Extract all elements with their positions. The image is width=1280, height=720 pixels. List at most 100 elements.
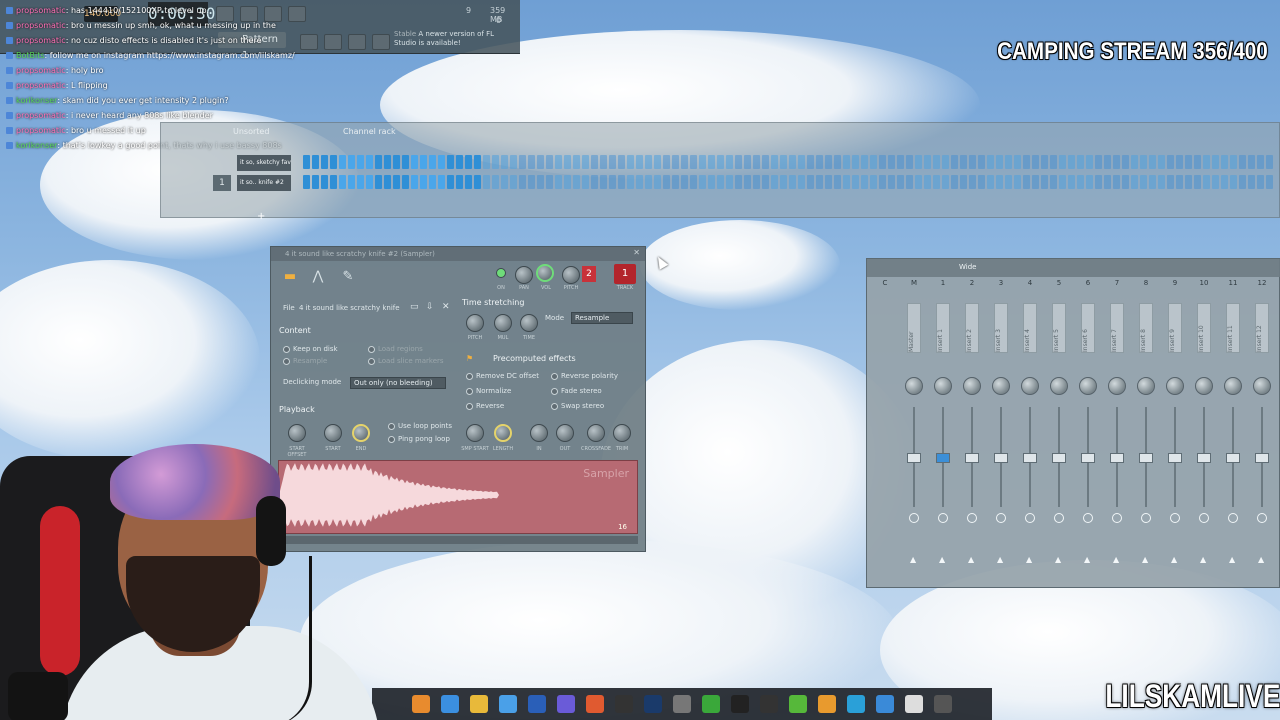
mixer-strip[interactable]: Insert 9 ▲ [1162, 289, 1188, 581]
mixer-pan-knob[interactable] [1224, 377, 1242, 395]
send-arrow-icon[interactable]: ▲ [1026, 555, 1032, 564]
chrome-icon[interactable] [441, 695, 459, 713]
reverse-option[interactable]: Reverse [466, 402, 504, 410]
mixer-strip-name[interactable]: Insert 9 [1168, 303, 1182, 353]
step-button[interactable] [1050, 155, 1057, 169]
mixer-track-field[interactable]: 2 [582, 266, 596, 282]
step-button[interactable] [1140, 155, 1147, 169]
step-button[interactable] [348, 175, 355, 189]
step-button[interactable] [339, 175, 346, 189]
channel-row[interactable]: 1 it so.. knife #2 [167, 175, 1277, 191]
step-button[interactable] [942, 155, 949, 169]
step-button[interactable] [456, 155, 463, 169]
mixer-fader[interactable] [936, 453, 950, 463]
step-button[interactable] [339, 155, 346, 169]
mixer-strip[interactable]: Insert 3 ▲ [988, 289, 1014, 581]
mixer-strip[interactable]: Insert 1 ▲ [930, 289, 956, 581]
step-button[interactable] [933, 175, 940, 189]
step-button[interactable] [627, 175, 634, 189]
send-arrow-icon[interactable]: ▲ [1200, 555, 1206, 564]
step-button[interactable] [1032, 175, 1039, 189]
mixer-fader[interactable] [1197, 453, 1211, 463]
step-button[interactable] [402, 155, 409, 169]
step-button[interactable] [600, 175, 607, 189]
step-button[interactable] [1032, 155, 1039, 169]
wrench-icon[interactable]: ✎ [337, 265, 359, 287]
step-button[interactable] [789, 175, 796, 189]
step-button[interactable] [699, 175, 706, 189]
step-button[interactable] [1194, 175, 1201, 189]
step-button[interactable] [411, 175, 418, 189]
mixer-fader[interactable] [1052, 453, 1066, 463]
mixer-fader[interactable] [1139, 453, 1153, 463]
step-button[interactable] [1257, 155, 1264, 169]
step-button[interactable] [501, 155, 508, 169]
sampler-title[interactable]: 4 it sound like scratchy knife #2 (Sampl… [271, 247, 645, 261]
step-button[interactable] [870, 175, 877, 189]
step-button[interactable] [519, 155, 526, 169]
step-button[interactable] [1122, 155, 1129, 169]
fl-studio-icon[interactable] [412, 695, 430, 713]
step-button[interactable] [816, 175, 823, 189]
send-arrow-icon[interactable]: ▲ [1113, 555, 1119, 564]
mixer-strip[interactable]: Insert 2 ▲ [959, 289, 985, 581]
trim-knob[interactable] [613, 424, 631, 442]
notes-icon[interactable] [847, 695, 865, 713]
smp-start-knob[interactable] [466, 424, 484, 442]
step-button[interactable] [438, 155, 445, 169]
step-button[interactable] [600, 155, 607, 169]
step-button[interactable] [465, 155, 472, 169]
step-button[interactable] [636, 155, 643, 169]
mixer-toolbar[interactable]: Wide [867, 259, 1280, 277]
step-button[interactable] [1113, 175, 1120, 189]
channel-name[interactable]: it so.. knife #2 [237, 175, 291, 191]
step-sequencer[interactable] [303, 175, 1273, 191]
channel-row[interactable]: it so, sketchy fav [167, 155, 1277, 171]
step-button[interactable] [546, 155, 553, 169]
step-button[interactable] [447, 155, 454, 169]
mixer-strip-name[interactable]: Insert 8 [1139, 303, 1153, 353]
step-button[interactable] [456, 175, 463, 189]
route-icon[interactable] [1054, 513, 1064, 523]
brave-icon[interactable] [586, 695, 604, 713]
step-button[interactable] [573, 175, 580, 189]
step-button[interactable] [645, 175, 652, 189]
step-button[interactable] [1149, 155, 1156, 169]
step-button[interactable] [555, 155, 562, 169]
step-button[interactable] [987, 155, 994, 169]
mixer-strip-name[interactable]: Insert 12 [1255, 303, 1269, 353]
update-notice[interactable]: Stable A newer version of FL Studio is a… [392, 30, 504, 52]
close-icon[interactable]: ✕ [633, 248, 640, 257]
step-button[interactable] [483, 155, 490, 169]
step-button[interactable] [690, 175, 697, 189]
step-button[interactable] [1077, 175, 1084, 189]
step-button[interactable] [690, 155, 697, 169]
mixer-strip-name[interactable]: Insert 2 [965, 303, 979, 353]
step-button[interactable] [1248, 155, 1255, 169]
step-button[interactable] [591, 175, 598, 189]
step-button[interactable] [879, 155, 886, 169]
mixer-strip[interactable]: Master ▲ [901, 289, 927, 581]
mixer-fader[interactable] [1226, 453, 1240, 463]
step-sequencer[interactable] [303, 155, 1273, 171]
pitch-knob[interactable] [562, 266, 580, 284]
mixer-pan-knob[interactable] [992, 377, 1010, 395]
step-button[interactable] [960, 155, 967, 169]
route-icon[interactable] [1199, 513, 1209, 523]
step-button[interactable] [1095, 175, 1102, 189]
mixer-fader[interactable] [1023, 453, 1037, 463]
step-button[interactable] [834, 155, 841, 169]
step-button[interactable] [636, 175, 643, 189]
step-button[interactable] [1122, 175, 1129, 189]
step-button[interactable] [357, 155, 364, 169]
mixer-strip[interactable]: Insert 12 ▲ [1249, 289, 1275, 581]
step-button[interactable] [969, 175, 976, 189]
step-button[interactable] [645, 155, 652, 169]
step-button[interactable] [312, 175, 319, 189]
step-button[interactable] [402, 175, 409, 189]
ping-pong-option[interactable]: Ping pong loop [388, 435, 450, 443]
step-button[interactable] [726, 175, 733, 189]
route-icon[interactable] [1257, 513, 1267, 523]
step-button[interactable] [501, 175, 508, 189]
step-button[interactable] [942, 175, 949, 189]
